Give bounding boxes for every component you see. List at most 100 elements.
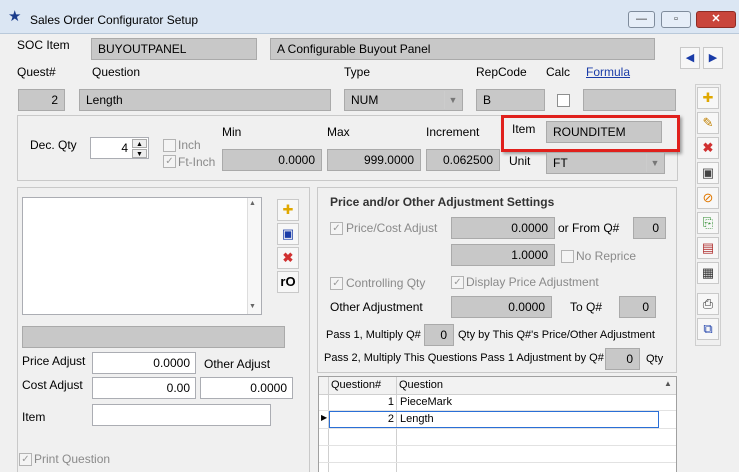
display-price-adjustment-checkbox[interactable]: ✓ <box>451 276 464 289</box>
toolbar-paste-button[interactable]: ⧉ <box>697 318 719 340</box>
display-price-adjustment-label: Display Price Adjustment <box>466 275 599 289</box>
calc-label: Calc <box>546 65 571 79</box>
no-reprice-label: No Reprice <box>576 249 637 263</box>
pass1-suffix: Qty by This Q#'s Price/Other Adjustment <box>458 329 655 341</box>
question-options-list[interactable] <box>22 197 262 315</box>
spin-down-icon[interactable]: ▼ <box>132 149 147 158</box>
prev-record-button[interactable]: ◀ <box>680 47 700 69</box>
print-icon: ⎙ <box>702 296 714 311</box>
inch-label: Inch <box>178 138 201 152</box>
no-reprice-checkbox[interactable] <box>561 250 574 263</box>
to-q-field[interactable]: 0 <box>619 296 656 318</box>
unit-select[interactable]: FT ▼ <box>546 152 665 174</box>
repcode-label: RepCode <box>476 65 527 79</box>
other-adjustment-field[interactable]: 0.0000 <box>451 296 552 318</box>
option-description-field[interactable] <box>22 326 285 348</box>
grid-row-1-question[interactable]: PieceMark <box>400 396 452 408</box>
or-from-field[interactable]: 0 <box>633 217 666 239</box>
question-label: Question <box>92 65 141 79</box>
price-cost-adjust-label: Price/Cost Adjust <box>346 221 438 235</box>
toolbar-report-button[interactable]: ▤ <box>697 237 719 259</box>
cost-adjust-input[interactable]: 0.00 <box>92 377 196 399</box>
card-icon: ▦ <box>701 265 715 280</box>
spin-up-icon[interactable]: ▲ <box>132 139 147 148</box>
list-delete-button[interactable]: ✖ <box>277 247 299 269</box>
other-adjustment-label: Other Adjustment <box>330 300 423 314</box>
pass1-field[interactable]: 0 <box>424 324 454 346</box>
restore-button[interactable]: ▫ <box>661 11 691 28</box>
chevron-down-icon: ▼ <box>444 91 461 109</box>
toolbar-new-button[interactable]: ✚ <box>697 87 719 109</box>
dec-qty-value: 4 <box>121 141 128 155</box>
grid-row-2-question[interactable]: Length <box>400 413 434 425</box>
inch-checkbox[interactable] <box>163 139 176 152</box>
quest-number-field[interactable]: 2 <box>18 89 65 111</box>
controlling-qty-checkbox[interactable]: ✓ <box>330 277 343 290</box>
next-record-button[interactable]: ▶ <box>703 47 723 69</box>
soc-item-label: SOC Item <box>17 38 70 52</box>
price-cost-adjust-checkbox[interactable]: ✓ <box>330 222 343 235</box>
grid-line <box>319 462 676 463</box>
toolbar-print-button[interactable]: ⎙ <box>697 293 719 315</box>
pass2-suffix: Qty <box>646 353 664 365</box>
type-select[interactable]: NUM ▼ <box>344 89 463 111</box>
item-label: Item <box>512 122 536 136</box>
increment-field[interactable]: 0.062500 <box>426 149 500 171</box>
column-header-question[interactable]: Question <box>399 379 443 391</box>
copy-icon: ⎘ <box>702 215 714 230</box>
other-adjust-input[interactable]: 0.0000 <box>200 377 293 399</box>
price-cost-field[interactable]: 0.0000 <box>451 217 555 239</box>
min-label: Min <box>222 125 242 139</box>
save-icon: ▣ <box>281 226 295 241</box>
question-field[interactable]: Length <box>79 89 331 111</box>
list-save-button[interactable]: ▣ <box>277 223 299 245</box>
scroll-down-icon[interactable]: ▼ <box>249 303 256 310</box>
minimize-button[interactable]: — <box>628 11 655 28</box>
print-question-label: Print Question <box>34 452 111 466</box>
max-label: Max <box>327 125 350 139</box>
calc-checkbox[interactable] <box>557 94 570 107</box>
multiplier-field[interactable]: 1.0000 <box>451 244 555 266</box>
grid-row-2-number[interactable]: 2 <box>330 413 394 425</box>
other-adjust-label: Other Adjust <box>204 357 271 371</box>
ftinch-label: Ft-Inch <box>178 155 216 169</box>
toolbar-save-button[interactable]: ▣ <box>697 162 719 184</box>
toolbar-card-button[interactable]: ▦ <box>697 262 719 284</box>
current-row-indicator-icon: ▶ <box>321 413 328 422</box>
scroll-up-icon[interactable]: ▲ <box>249 200 256 207</box>
new-icon: ✚ <box>282 202 294 217</box>
toolbar-delete-button[interactable]: ✖ <box>697 137 719 159</box>
list-add-button[interactable]: ✚ <box>277 199 299 221</box>
ro-button[interactable]: rO <box>277 271 299 293</box>
price-adjust-input[interactable]: 0.0000 <box>92 352 196 374</box>
max-field[interactable]: 999.0000 <box>327 149 421 171</box>
column-header-question-number[interactable]: Question# <box>331 379 381 391</box>
grid-line <box>319 428 676 429</box>
pass2-prefix: Pass 2, Multiply This Questions Pass 1 A… <box>324 352 604 364</box>
delete-icon: ✖ <box>702 140 714 155</box>
paste-icon: ⧉ <box>703 321 713 336</box>
close-button[interactable]: ✕ <box>696 11 736 28</box>
list-scrollbar[interactable] <box>247 198 261 314</box>
toolbar-cancel-button[interactable]: ⊘ <box>697 187 719 209</box>
increment-label: Increment <box>426 125 480 139</box>
formula-link[interactable]: Formula <box>586 65 630 79</box>
soc-item-field[interactable]: BUYOUTPANEL <box>91 38 257 60</box>
pass2-field[interactable]: 0 <box>605 348 640 370</box>
unit-label: Unit <box>509 154 531 168</box>
cost-adjust-label: Cost Adjust <box>22 378 83 392</box>
toolbar-copy-button[interactable]: ⎘ <box>697 212 719 234</box>
type-select-value: NUM <box>351 93 379 107</box>
item-field[interactable]: ROUNDITEM <box>546 121 662 143</box>
grid-row-1-number[interactable]: 1 <box>330 396 394 408</box>
toolbar-edit-button[interactable]: ✎ <box>697 112 719 134</box>
star-icon: ★ <box>8 8 22 25</box>
min-field[interactable]: 0.0000 <box>222 149 322 171</box>
left-item-input[interactable] <box>92 404 271 426</box>
print-question-checkbox[interactable]: ✓ <box>19 453 32 466</box>
unit-select-value: FT <box>553 156 568 170</box>
formula-field[interactable] <box>583 89 676 111</box>
repcode-field[interactable]: B <box>476 89 545 111</box>
ftinch-checkbox[interactable]: ✓ <box>163 155 176 168</box>
soc-description-field[interactable]: A Configurable Buyout Panel <box>270 38 655 60</box>
